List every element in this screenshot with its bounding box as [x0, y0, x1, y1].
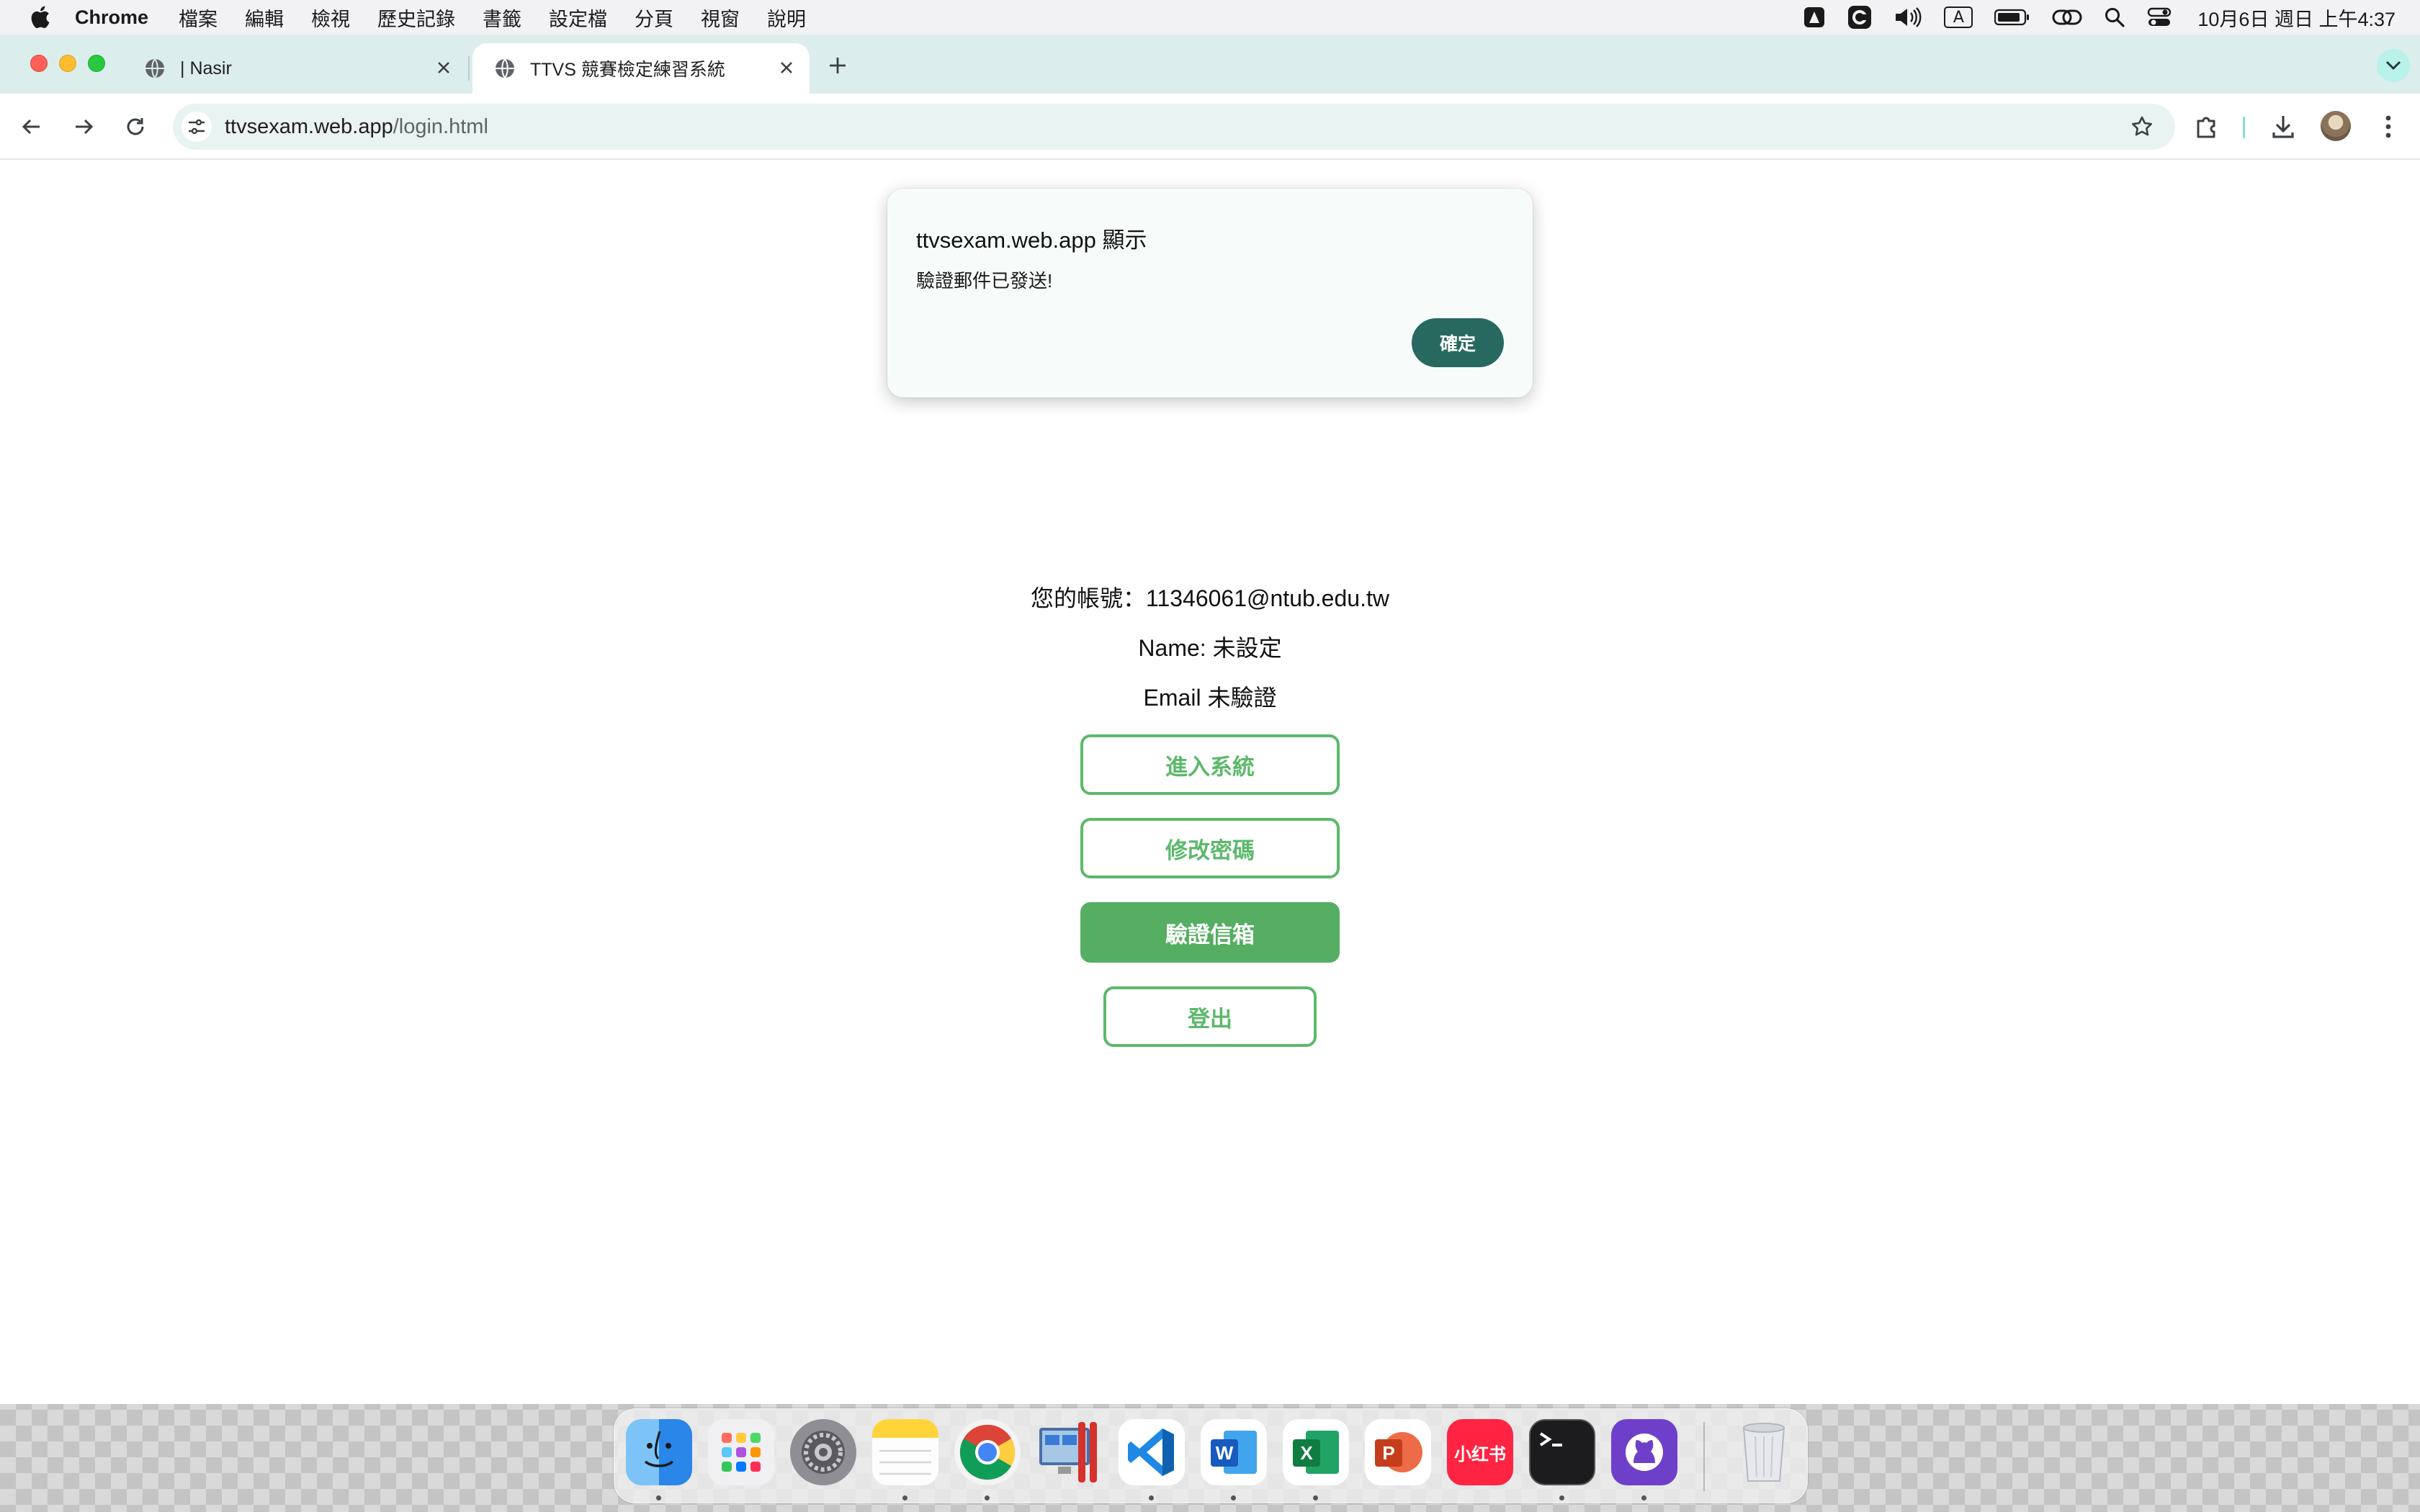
globe-icon — [144, 58, 166, 79]
input-source-icon[interactable]: A — [1944, 0, 1973, 35]
tab-title: TTVS 競賽檢定練習系統 — [530, 60, 725, 80]
trash-icon[interactable] — [1731, 1419, 1797, 1485]
alert-dialog: ttvsexam.web.app 顯示 驗證郵件已發送! 確定 — [887, 189, 1533, 397]
more-menu-icon[interactable] — [2371, 109, 2406, 144]
volume-icon[interactable] — [1894, 0, 1922, 35]
profile-avatar[interactable] — [2321, 111, 2351, 141]
running-indicator — [985, 1495, 990, 1500]
macos-dock: W X P 小红书 — [614, 1408, 1808, 1503]
menu-bookmarks[interactable]: 書籤 — [483, 4, 521, 32]
dialog-title: ttvsexam.web.app 顯示 — [916, 228, 1147, 253]
back-arrow-icon[interactable] — [16, 111, 48, 143]
vscode-icon[interactable] — [1119, 1419, 1185, 1485]
email-status-label: Email 未驗證 — [1143, 685, 1277, 711]
new-tab-plus-icon[interactable] — [827, 55, 848, 76]
url-text[interactable]: ttvsexam.web.app/login.html — [225, 115, 488, 139]
tab-strip: | Nasir TTVS 競賽檢定練習系統 — [0, 35, 2420, 94]
menu-tab[interactable]: 分頁 — [635, 4, 673, 32]
tab-ttvs[interactable]: TTVS 競賽檢定練習系統 — [472, 43, 810, 94]
apple-logo-icon[interactable] — [29, 5, 50, 30]
download-icon[interactable] — [2266, 109, 2300, 144]
toolbar-divider — [2243, 117, 2245, 138]
tab-divider — [468, 56, 470, 81]
link-icon[interactable] — [2052, 0, 2082, 35]
dock-separator — [1703, 1422, 1705, 1491]
verify-email-button[interactable]: 驗證信箱 — [1080, 902, 1340, 963]
logout-button[interactable]: 登出 — [1103, 986, 1317, 1047]
extensions-puzzle-icon[interactable] — [2190, 109, 2224, 144]
xiaohongshu-label: 小红书 — [1454, 1444, 1506, 1464]
tab-nasir[interactable]: | Nasir — [122, 43, 467, 94]
running-indicator — [656, 1495, 661, 1500]
xiaohongshu-icon[interactable]: 小红书 — [1447, 1419, 1513, 1485]
menu-view[interactable]: 檢視 — [311, 4, 350, 32]
launchpad-icon[interactable] — [708, 1419, 774, 1485]
menu-history[interactable]: 歷史記錄 — [377, 4, 455, 32]
name-label: Name: 未設定 — [1138, 635, 1282, 661]
browser-toolbar: ttvsexam.web.app/login.html — [0, 94, 2420, 160]
spotlight-search-icon[interactable] — [2104, 0, 2125, 35]
control-center-icon[interactable] — [2147, 0, 2172, 35]
tab-search-chevron-icon[interactable] — [2377, 49, 2410, 82]
powerpoint-icon[interactable]: P — [1365, 1419, 1431, 1485]
chrome-icon[interactable] — [954, 1419, 1021, 1485]
github-desktop-icon[interactable] — [1611, 1419, 1677, 1485]
status-area: A 10月6日 週日 上午4:37 — [1803, 0, 2396, 35]
svg-text:W: W — [1216, 1442, 1234, 1464]
window-minimize-button[interactable] — [59, 55, 76, 72]
parallels-icon[interactable] — [1036, 1419, 1103, 1485]
running-indicator — [1313, 1495, 1318, 1500]
menu-edit[interactable]: 編輯 — [245, 4, 284, 32]
forward-arrow-icon[interactable] — [68, 111, 99, 143]
chrome-window: | Nasir TTVS 競賽檢定練習系統 ttvsexam.web.app/l… — [0, 35, 2420, 1404]
running-indicator — [1231, 1495, 1236, 1500]
running-indicator — [902, 1495, 908, 1500]
tab-close-icon[interactable] — [776, 58, 797, 78]
macos-menu-bar: Chrome 檔案 編輯 檢視 歷史記錄 書籤 設定檔 分頁 視窗 說明 A 1… — [0, 0, 2420, 35]
running-indicator — [1641, 1495, 1646, 1500]
excel-icon[interactable]: X — [1283, 1419, 1349, 1485]
menu-profiles[interactable]: 設定檔 — [549, 4, 607, 32]
url-domain: ttvsexam.web.app — [225, 114, 393, 138]
menu-file[interactable]: 檔案 — [179, 4, 218, 32]
svg-text:X: X — [1300, 1442, 1313, 1464]
address-bar[interactable]: ttvsexam.web.app/login.html — [173, 104, 2175, 150]
system-settings-icon[interactable] — [790, 1419, 856, 1485]
running-indicator — [1149, 1495, 1154, 1500]
menu-window[interactable]: 視窗 — [701, 4, 740, 32]
notes-icon[interactable] — [872, 1419, 938, 1485]
input-source-label: A — [1944, 6, 1973, 28]
site-settings-icon[interactable] — [182, 112, 212, 142]
svg-text:P: P — [1382, 1442, 1394, 1464]
dialog-message: 驗證郵件已發送! — [916, 270, 1053, 292]
app-status-icon[interactable] — [1803, 0, 1826, 35]
menu-clock[interactable]: 10月6日 週日 上午4:37 — [2197, 4, 2396, 32]
globe-icon — [494, 58, 516, 79]
running-indicator — [1559, 1495, 1564, 1500]
tab-close-icon[interactable] — [434, 58, 454, 78]
terminal-icon[interactable] — [1529, 1419, 1595, 1485]
battery-icon[interactable] — [1994, 0, 2030, 35]
menu-help[interactable]: 說明 — [767, 4, 806, 32]
window-zoom-button[interactable] — [88, 55, 105, 72]
finder-icon[interactable] — [626, 1419, 692, 1485]
url-path: /login.html — [393, 114, 488, 138]
bookmark-star-icon[interactable] — [2128, 112, 2156, 141]
enter-system-button[interactable]: 進入系統 — [1080, 734, 1340, 795]
change-password-button[interactable]: 修改密碼 — [1080, 818, 1340, 878]
tab-title: | Nasir — [180, 58, 232, 78]
account-label: 您的帳號：11346061@ntub.edu.tw — [1031, 585, 1389, 611]
screen-capture-icon[interactable] — [1847, 0, 1872, 35]
word-icon[interactable]: W — [1201, 1419, 1267, 1485]
dialog-ok-button[interactable]: 確定 — [1412, 318, 1504, 367]
menu-app-name[interactable]: Chrome — [75, 6, 148, 29]
reload-icon[interactable] — [120, 111, 151, 143]
window-close-button[interactable] — [30, 55, 48, 72]
